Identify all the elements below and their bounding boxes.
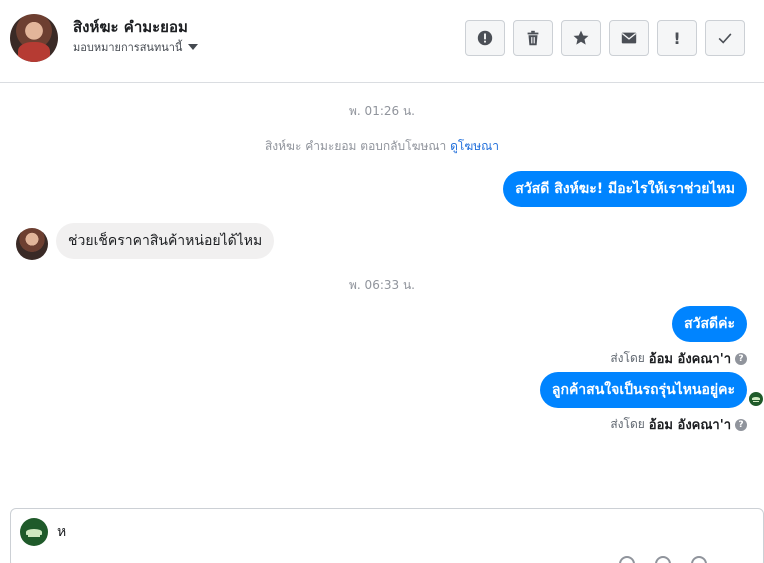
assign-conversation-dropdown[interactable]: มอบหมายการสนทนานี้ bbox=[73, 38, 199, 56]
sent-by-prefix: ส่งโดย bbox=[610, 351, 645, 365]
sent-by-line: ส่งโดย อ้อม อังคณา'า ? bbox=[610, 414, 747, 435]
exclamation-icon: ! bbox=[673, 28, 681, 48]
sent-by-prefix: ส่งโดย bbox=[610, 417, 645, 431]
saved-replies-icon[interactable] bbox=[691, 556, 707, 563]
sender-name[interactable]: อ้อม อังคณา'า bbox=[649, 348, 731, 369]
conversation-header: สิงห์ฆะ คำมะยอม มอบหมายการสนทนานี้ ! bbox=[0, 0, 764, 83]
page-avatar-seen bbox=[749, 392, 763, 406]
important-button[interactable]: ! bbox=[657, 20, 697, 56]
outgoing-message[interactable]: สวัสดีค่ะ bbox=[672, 306, 747, 342]
caret-down-icon bbox=[188, 44, 199, 50]
emoji-icon[interactable] bbox=[619, 556, 635, 563]
conversation-toolbar: ! bbox=[465, 20, 745, 56]
outgoing-message[interactable]: สวัสดี สิงห์ฆะ! มีอะไรให้เราช่วยไหม bbox=[503, 171, 747, 207]
star-button[interactable] bbox=[561, 20, 601, 56]
alert-octagon-icon bbox=[477, 30, 493, 46]
help-icon[interactable]: ? bbox=[735, 352, 747, 365]
message-input[interactable] bbox=[57, 521, 657, 543]
sender-name[interactable]: อ้อม อังคณา'า bbox=[649, 414, 731, 435]
sent-by-line: ส่งโดย อ้อม อังคณา'า ? bbox=[610, 348, 747, 369]
contact-name[interactable]: สิงห์ฆะ คำมะยอม bbox=[73, 15, 188, 39]
help-icon[interactable]: ? bbox=[735, 418, 747, 431]
mark-unread-button[interactable] bbox=[609, 20, 649, 56]
envelope-icon bbox=[621, 32, 637, 44]
trash-icon bbox=[527, 30, 539, 46]
contact-avatar[interactable] bbox=[10, 14, 58, 62]
conversation-window: สิงห์ฆะ คำมะยอม มอบหมายการสนทนานี้ ! พ. … bbox=[0, 0, 764, 563]
done-button[interactable] bbox=[705, 20, 745, 56]
report-button[interactable] bbox=[465, 20, 505, 56]
timestamp: พ. 06:33 น. bbox=[349, 278, 415, 292]
outgoing-message[interactable]: ลูกค้าสนใจเป็นรถรุ่นไหนอยู่คะ bbox=[539, 372, 747, 408]
view-ad-link[interactable]: ดูโฆษณา bbox=[450, 139, 499, 153]
timestamp: พ. 01:26 น. bbox=[349, 104, 415, 118]
star-icon bbox=[573, 30, 589, 45]
delete-button[interactable] bbox=[513, 20, 553, 56]
contact-avatar-small[interactable] bbox=[16, 228, 48, 260]
checkmark-icon bbox=[718, 33, 732, 44]
page-avatar bbox=[20, 518, 48, 546]
ad-reply-notice: สิงห์ฆะ คำมะยอม ตอบกลับโฆษณา ดูโฆษณา bbox=[0, 137, 764, 156]
assign-label: มอบหมายการสนทนานี้ bbox=[73, 41, 183, 54]
attachment-icon[interactable] bbox=[655, 556, 671, 563]
message-composer bbox=[10, 508, 764, 563]
incoming-message[interactable]: ช่วยเช็คราคาสินค้าหน่อยได้ไหม bbox=[56, 223, 275, 259]
composer-tools bbox=[619, 556, 707, 563]
ad-reply-text: สิงห์ฆะ คำมะยอม ตอบกลับโฆษณา bbox=[264, 139, 447, 153]
